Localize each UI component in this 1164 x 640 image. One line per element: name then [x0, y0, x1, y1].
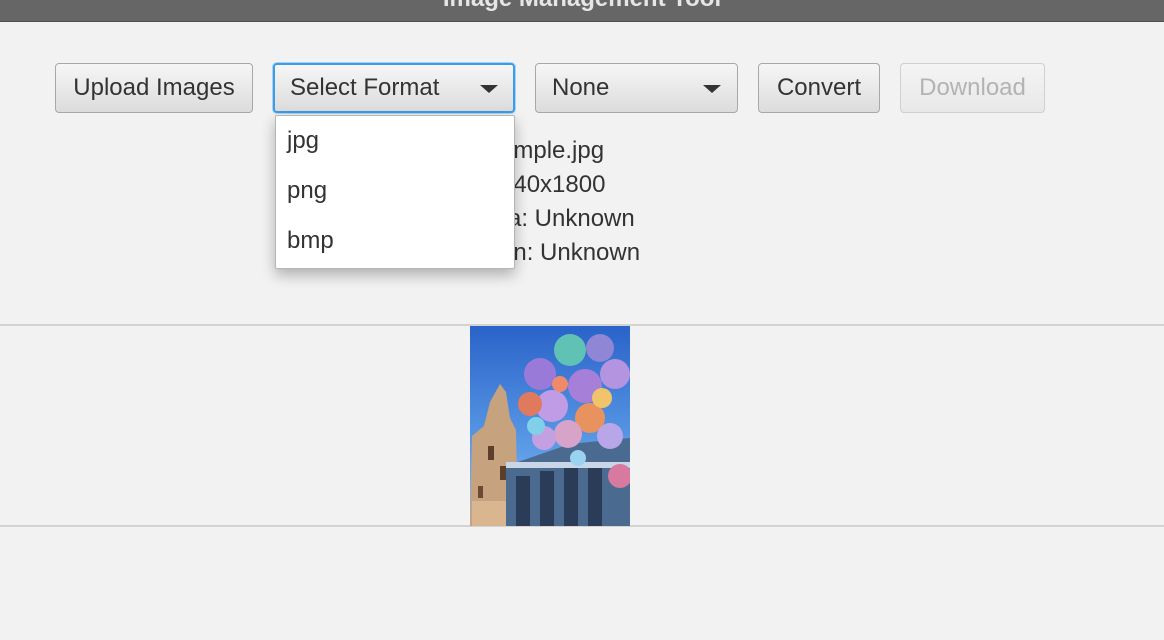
- format-option-bmp[interactable]: bmp: [276, 218, 514, 268]
- download-button: Download: [900, 63, 1045, 113]
- image-thumbnail-icon: [470, 326, 630, 526]
- convert-button[interactable]: Convert: [758, 63, 880, 113]
- info-camera: ra: Unknown: [500, 205, 635, 232]
- image-preview: [470, 326, 630, 526]
- format-select-value: Select Format: [290, 74, 440, 101]
- filter-select[interactable]: None: [535, 63, 738, 113]
- format-option-jpg[interactable]: jpg: [276, 118, 514, 168]
- format-dropdown-list: jpg png bmp: [275, 115, 515, 269]
- chevron-down-icon: [703, 85, 721, 93]
- info-resolution: 440x1800: [500, 171, 606, 198]
- image-info: ample.jpg 440x1800 ra: Unknown on: Unkno…: [500, 134, 640, 270]
- upload-images-button[interactable]: Upload Images: [55, 63, 253, 113]
- window-title: Image Management Tool: [0, 0, 1164, 13]
- title-bar: Image Management Tool: [0, 0, 1164, 22]
- info-location: on: Unknown: [500, 239, 641, 266]
- format-select[interactable]: Select Format: [273, 63, 515, 113]
- format-option-png[interactable]: png: [276, 168, 514, 218]
- filter-select-value: None: [552, 74, 610, 101]
- info-filename: ample.jpg: [500, 137, 605, 164]
- chevron-down-icon: [480, 85, 498, 93]
